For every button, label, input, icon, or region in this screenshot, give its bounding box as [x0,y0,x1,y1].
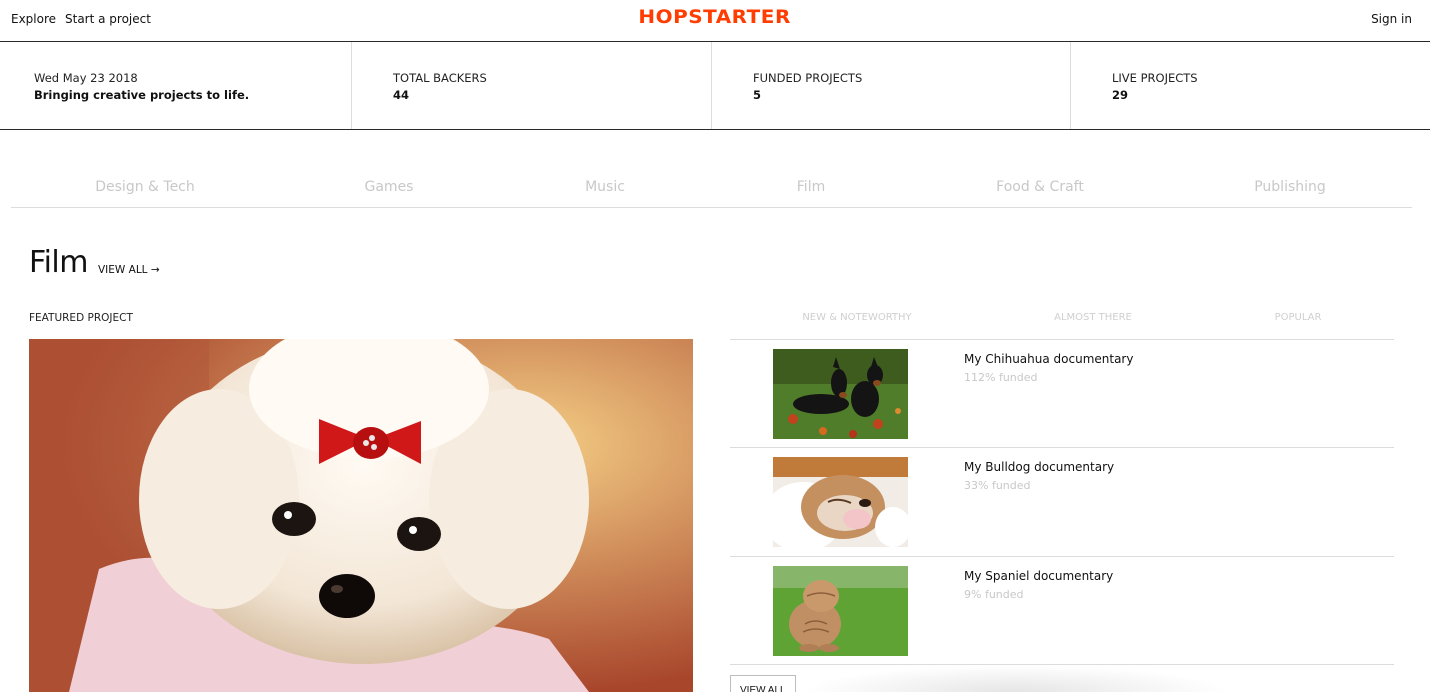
logo[interactable]: HOPSTARTER [0,6,1430,28]
funded-value: 5 [753,88,762,102]
stat-date: Wed May 23 2018 Bringing creative projec… [0,42,352,129]
backers-value: 44 [393,88,410,102]
tab-film[interactable]: Film [797,179,825,195]
top-nav: Explore Start a project HOPSTARTER Sign … [0,0,1430,42]
tab-games[interactable]: Games [365,179,414,195]
tagline: Bringing creative projects to life. [34,88,250,102]
category-tabs: Design & Tech Games Music Film Food & Cr… [11,168,1412,208]
tab-publishing[interactable]: Publishing [1254,179,1326,195]
project-title[interactable]: My Spaniel documentary [964,569,1113,583]
bulldog-illustration [773,457,908,547]
list-item[interactable]: My Bulldog documentary 33% funded [730,448,1394,557]
stat-live: LIVE PROJECTS 29 [1071,42,1430,129]
tab-design-tech[interactable]: Design & Tech [95,179,195,195]
view-all-link[interactable]: VIEW ALL → [98,264,160,276]
live-label: LIVE PROJECTS [1112,71,1198,85]
logo-text: HOPSTARTER [638,6,792,28]
tab-new-noteworthy[interactable]: NEW & NOTEWORTHY [802,312,911,323]
project-funded: 112% funded [964,371,1038,384]
view-all-button[interactable]: VIEW ALL [730,675,796,692]
project-thumbnail [773,349,908,439]
stats-bar: Wed May 23 2018 Bringing creative projec… [0,42,1430,130]
tab-food-craft[interactable]: Food & Craft [996,179,1084,195]
funded-label: FUNDED PROJECTS [753,71,863,85]
stat-funded: FUNDED PROJECTS 5 [712,42,1071,129]
tab-popular[interactable]: POPULAR [1275,312,1322,323]
dobermans-illustration [773,349,908,439]
project-thumbnail [773,566,908,656]
project-title[interactable]: My Chihuahua documentary [964,352,1133,366]
project-thumbnail [773,457,908,547]
project-funded: 9% funded [964,588,1024,601]
featured-project-image[interactable] [29,339,693,692]
list-item[interactable]: My Chihuahua documentary 112% funded [730,340,1394,448]
featured-project-label: FEATURED PROJECT [29,312,133,324]
sign-in-link[interactable]: Sign in [1371,12,1412,26]
project-title[interactable]: My Bulldog documentary [964,460,1114,474]
project-funded: 33% funded [964,479,1031,492]
scroll-shadow [800,665,1230,692]
list-item[interactable]: My Spaniel documentary 9% funded [730,557,1394,665]
stat-backers: TOTAL BACKERS 44 [352,42,712,129]
tab-almost-there[interactable]: ALMOST THERE [1054,312,1132,323]
maltese-puppy-illustration [29,339,693,692]
live-value: 29 [1112,88,1129,102]
tab-music[interactable]: Music [585,179,625,195]
backers-label: TOTAL BACKERS [393,71,487,85]
date-text: Wed May 23 2018 [34,71,138,85]
shar-pei-illustration [773,566,908,656]
section-title: Film [29,245,88,280]
